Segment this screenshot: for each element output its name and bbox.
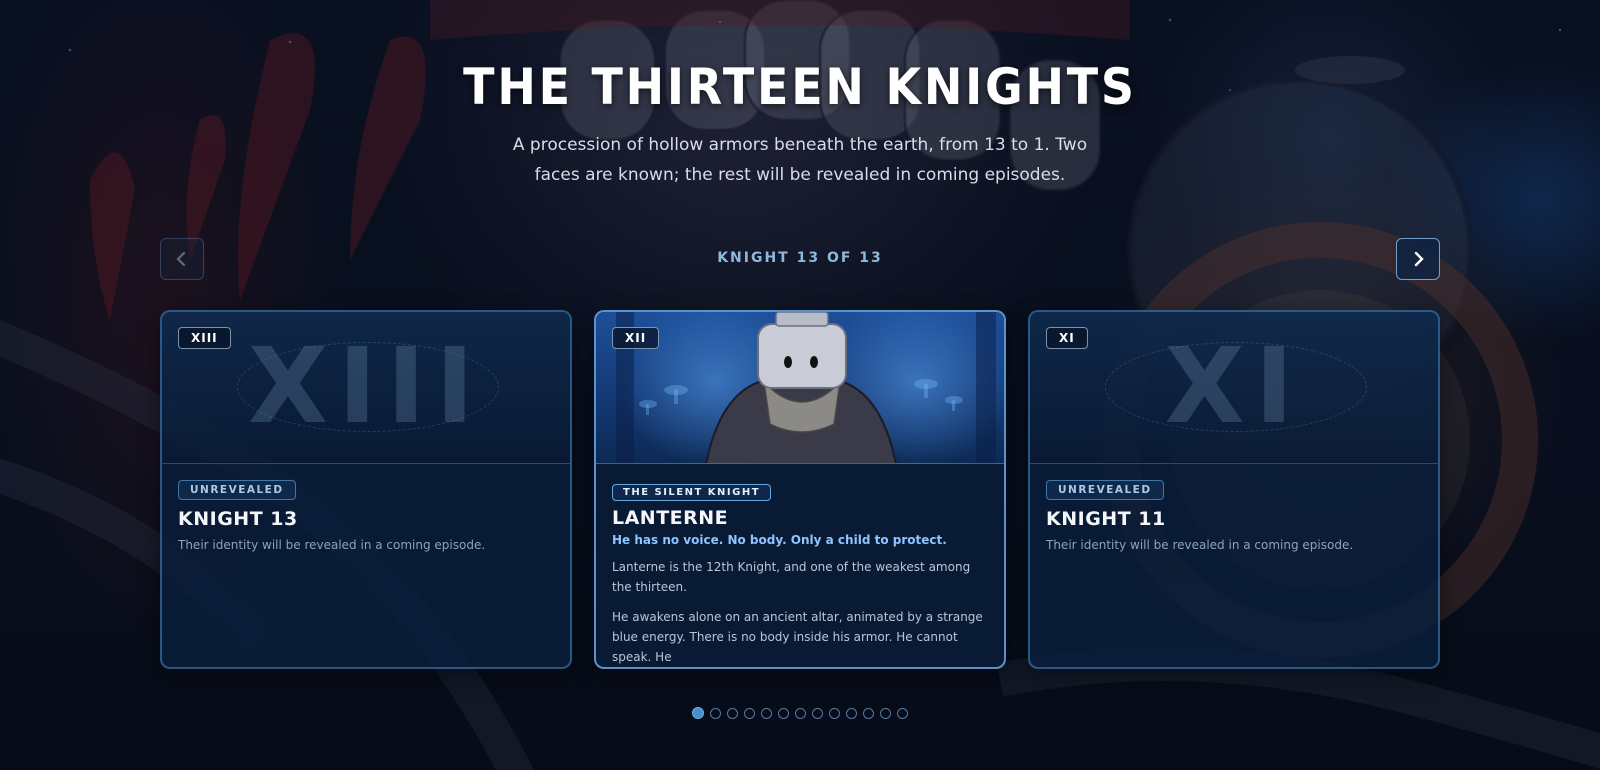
card-numeral-watermark: XI	[1164, 325, 1304, 447]
pagination-dot[interactable]	[710, 707, 721, 719]
knight-counter: KNIGHT 13 OF 13	[717, 250, 883, 266]
pagination-dot[interactable]	[727, 707, 738, 719]
pagination-dot[interactable]	[795, 707, 806, 719]
knight-paragraph: He awakens alone on an ancient altar, an…	[612, 610, 983, 664]
pagination-dot[interactable]	[897, 707, 908, 719]
roman-numeral-badge: XII	[612, 327, 660, 349]
pagination-dot[interactable]	[812, 707, 823, 719]
pagination-dot[interactable]	[846, 707, 857, 719]
knight-description: Their identity will be revealed in a com…	[178, 538, 486, 552]
pagination-dots	[0, 707, 1600, 719]
knight-name: LANTERNE	[612, 507, 729, 529]
next-button[interactable]	[1396, 238, 1440, 280]
knight-paragraph: Lanterne is the 12th Knight, and one of …	[612, 560, 971, 594]
pagination-dot[interactable]	[829, 707, 840, 719]
pagination-dot[interactable]	[880, 707, 891, 719]
pagination-dot[interactable]	[778, 707, 789, 719]
knight-card-12[interactable]: XII THE SILENT KNIGHT LANTERNE He has no…	[594, 310, 1006, 669]
pagination-dot[interactable]	[692, 707, 704, 719]
pagination-dot[interactable]	[744, 707, 755, 719]
knight-card-11[interactable]: XI XI UNREVEALED KNIGHT 11 Their identit…	[1028, 310, 1440, 669]
roman-numeral-badge: XIII	[178, 327, 231, 349]
page-subtitle: A procession of hollow armors beneath th…	[512, 135, 1088, 185]
knight-tagline: He has no voice. No body. Only a child t…	[612, 533, 947, 547]
card-media: XI XI	[1030, 312, 1438, 464]
card-media: XII	[596, 312, 1004, 464]
roman-numeral-badge: XI	[1046, 327, 1088, 349]
knight-description: Their identity will be revealed in a com…	[1046, 538, 1354, 552]
pagination-dot[interactable]	[863, 707, 874, 719]
card-numeral-watermark: XIII	[247, 325, 485, 447]
status-badge: UNREVEALED	[178, 480, 296, 500]
knight-name: KNIGHT 11	[1046, 508, 1166, 530]
status-badge: UNREVEALED	[1046, 480, 1164, 500]
knight-name: KNIGHT 13	[178, 508, 298, 530]
chevron-right-icon	[1414, 251, 1424, 267]
page-title: THE THIRTEEN KNIGHTS	[463, 58, 1137, 116]
card-media: XIII XIII	[162, 312, 570, 464]
title-badge: THE SILENT KNIGHT	[612, 484, 772, 501]
knight-card-13[interactable]: XIII XIII UNREVEALED KNIGHT 13 Their ide…	[160, 310, 572, 669]
pagination-dot[interactable]	[761, 707, 772, 719]
